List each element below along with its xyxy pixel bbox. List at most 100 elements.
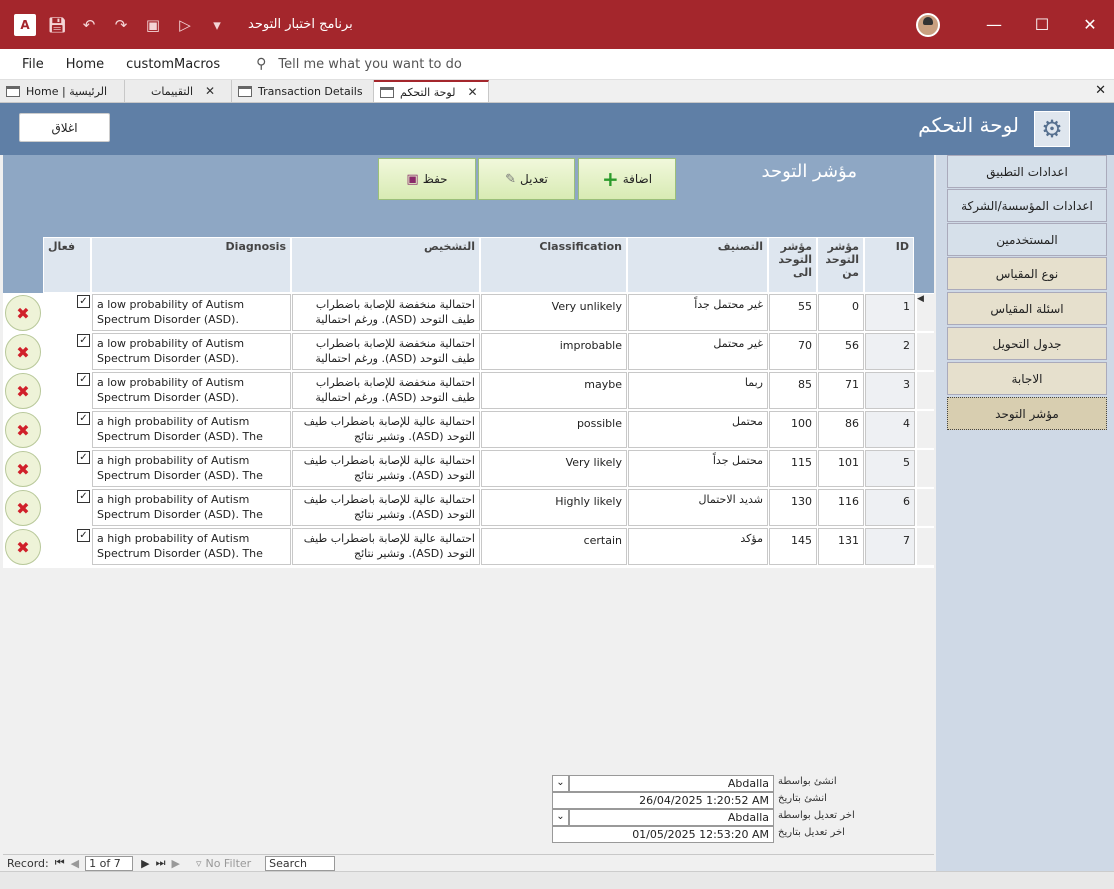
filter-status[interactable]: No Filter	[205, 857, 251, 870]
diagnosis-ar-cell[interactable]: احتمالية عالية للإصابة باضطراب طيف التوح…	[292, 450, 480, 487]
close-tab-icon[interactable]: ✕	[205, 84, 215, 98]
index-to-cell[interactable]: 115	[769, 450, 817, 487]
nav-conversion-table[interactable]: جدول التحويل	[947, 327, 1107, 360]
record-selector[interactable]	[917, 372, 934, 409]
index-to-cell[interactable]: 55	[769, 294, 817, 331]
undo-icon[interactable]: ↶	[78, 14, 100, 36]
delete-icon[interactable]: ✖	[5, 373, 41, 409]
diagnosis-cell[interactable]: a high probability of Autism Spectrum Di…	[92, 528, 291, 565]
minimize-icon[interactable]: —	[970, 15, 1018, 34]
modified-by-field[interactable]: Abdalla	[569, 809, 774, 826]
menu-custom-macros[interactable]: customMacros	[126, 57, 220, 72]
nav-answers[interactable]: الاجابة	[947, 362, 1107, 395]
delete-icon[interactable]: ✖	[5, 529, 41, 565]
customize-toolbar-icon[interactable]: ▾	[206, 14, 228, 36]
run-icon[interactable]: ▷	[174, 14, 196, 36]
last-record-icon[interactable]: ⏭︎	[156, 856, 166, 870]
close-tab-icon[interactable]: ✕	[467, 85, 477, 99]
record-selector[interactable]: ◀	[917, 294, 934, 331]
active-checkbox[interactable]: ✓	[77, 412, 90, 425]
index-from-cell[interactable]: 116	[818, 489, 864, 526]
diagnosis-ar-cell[interactable]: احتمالية عالية للإصابة باضطراب طيف التوح…	[292, 489, 480, 526]
classification-cell[interactable]: Very likely	[481, 450, 627, 487]
nav-scale-questions[interactable]: اسئلة المقياس	[947, 292, 1107, 325]
category-ar-cell[interactable]: محتمل جداً	[628, 450, 768, 487]
chevron-down-icon[interactable]: ⌄	[552, 775, 569, 792]
active-checkbox[interactable]: ✓	[77, 451, 90, 464]
index-to-cell[interactable]: 70	[769, 333, 817, 370]
close-icon[interactable]: ✕	[1066, 15, 1114, 34]
record-selector[interactable]	[917, 333, 934, 370]
category-ar-cell[interactable]: ربما	[628, 372, 768, 409]
chevron-down-icon[interactable]: ⌄	[552, 809, 569, 826]
nav-autism-index[interactable]: مؤشر التوحد	[947, 397, 1107, 430]
tab-dashboard[interactable]: لوحة التحكم ✕	[374, 80, 489, 102]
diagnosis-ar-cell[interactable]: احتمالية منخفضة للإصابة باضطراب طيف التو…	[292, 333, 480, 370]
active-checkbox[interactable]: ✓	[77, 529, 90, 542]
tab-evaluations[interactable]: التقييمات ✕	[125, 80, 232, 102]
menu-file[interactable]: File	[22, 57, 44, 72]
classification-cell[interactable]: Highly likely	[481, 489, 627, 526]
index-to-cell[interactable]: 145	[769, 528, 817, 565]
tab-transaction-details[interactable]: Transaction Details	[232, 80, 374, 102]
active-checkbox[interactable]: ✓	[77, 373, 90, 386]
save-button[interactable]: ▣ حفظ	[378, 158, 476, 200]
filter-icon[interactable]: ▿	[196, 857, 202, 870]
active-checkbox[interactable]: ✓	[77, 334, 90, 347]
close-document-icon[interactable]: ✕	[1095, 83, 1106, 98]
col-category-ar[interactable]: التصنيف	[627, 237, 768, 293]
avatar[interactable]	[916, 12, 940, 37]
delete-icon[interactable]: ✖	[5, 412, 41, 448]
index-from-cell[interactable]: 71	[818, 372, 864, 409]
save-icon[interactable]: 💾︎	[46, 14, 68, 36]
col-index-to[interactable]: مؤشر التوحد الى	[768, 237, 817, 293]
index-from-cell[interactable]: 131	[818, 528, 864, 565]
close-form-button[interactable]: اغلاق	[19, 113, 110, 142]
category-ar-cell[interactable]: محتمل	[628, 411, 768, 448]
record-position-input[interactable]: 1 of 7	[85, 855, 134, 871]
category-ar-cell[interactable]: شديد الاحتمال	[628, 489, 768, 526]
category-ar-cell[interactable]: مؤكد	[628, 528, 768, 565]
index-to-cell[interactable]: 100	[769, 411, 817, 448]
record-selector[interactable]	[917, 411, 934, 448]
index-from-cell[interactable]: 86	[818, 411, 864, 448]
col-active[interactable]: فعال	[43, 237, 91, 293]
col-diagnosis-ar[interactable]: التشخيص	[291, 237, 480, 293]
tab-home[interactable]: Home | الرئيسية	[0, 80, 125, 102]
new-record-icon[interactable]: ▶︎	[171, 857, 179, 870]
nav-scale-type[interactable]: نوع المقياس	[947, 257, 1107, 290]
nav-app-settings[interactable]: اعدادات التطبيق	[947, 155, 1107, 188]
next-record-icon[interactable]: ▶︎	[141, 857, 149, 870]
nav-org-settings[interactable]: اعدادات المؤسسة/الشركة	[947, 189, 1107, 222]
index-to-cell[interactable]: 85	[769, 372, 817, 409]
search-input[interactable]: Search	[265, 855, 336, 871]
delete-icon[interactable]: ✖	[5, 334, 41, 370]
index-from-cell[interactable]: 0	[818, 294, 864, 331]
delete-icon[interactable]: ✖	[5, 451, 41, 487]
record-selector[interactable]	[917, 450, 934, 487]
classification-cell[interactable]: maybe	[481, 372, 627, 409]
delete-icon[interactable]: ✖	[5, 295, 41, 331]
nav-users[interactable]: المستخدمين	[947, 223, 1107, 256]
delete-icon[interactable]: ✖	[5, 490, 41, 526]
add-button[interactable]: + اضافة	[578, 158, 676, 200]
edit-button[interactable]: ✎ تعديل	[478, 158, 575, 200]
tell-me-search[interactable]: ⚲ Tell me what you want to do	[256, 56, 462, 72]
active-checkbox[interactable]: ✓	[77, 295, 90, 308]
index-from-cell[interactable]: 56	[818, 333, 864, 370]
classification-cell[interactable]: improbable	[481, 333, 627, 370]
active-checkbox[interactable]: ✓	[77, 490, 90, 503]
col-id[interactable]: ID	[864, 237, 914, 293]
category-ar-cell[interactable]: غير محتمل	[628, 333, 768, 370]
classification-cell[interactable]: possible	[481, 411, 627, 448]
category-ar-cell[interactable]: غير محتمل جداً	[628, 294, 768, 331]
record-selector[interactable]	[917, 528, 934, 565]
classification-cell[interactable]: Very unlikely	[481, 294, 627, 331]
col-index-from[interactable]: مؤشر التوحد من	[817, 237, 864, 293]
diagnosis-ar-cell[interactable]: احتمالية عالية للإصابة باضطراب طيف التوح…	[292, 411, 480, 448]
redo-icon[interactable]: ↷	[110, 14, 132, 36]
classification-cell[interactable]: certain	[481, 528, 627, 565]
diagnosis-cell[interactable]: a high probability of Autism Spectrum Di…	[92, 489, 291, 526]
diagnosis-cell[interactable]: a high probability of Autism Spectrum Di…	[92, 450, 291, 487]
diagnosis-cell[interactable]: a low probability of Autism Spectrum Dis…	[92, 333, 291, 370]
